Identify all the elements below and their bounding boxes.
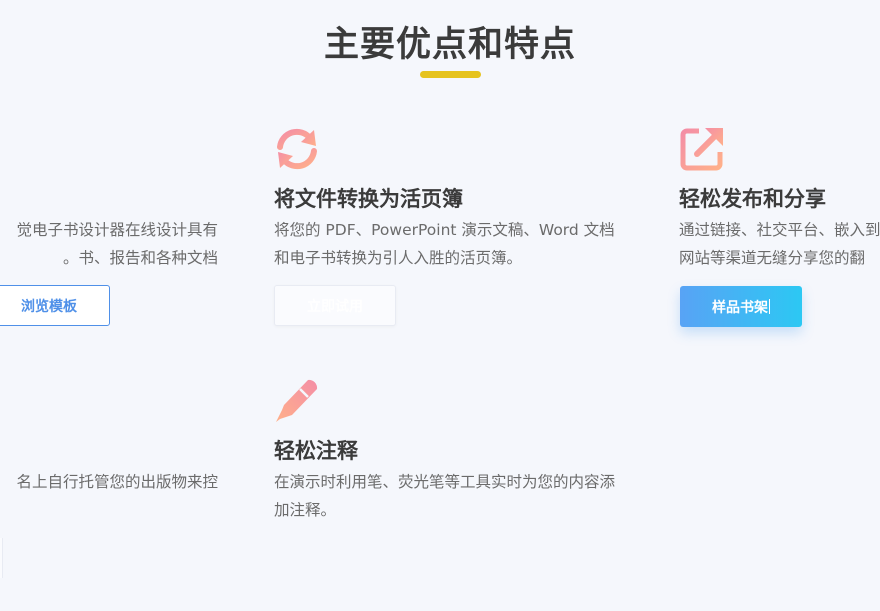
text-cursor: [769, 299, 770, 314]
card-title: 将文件转换为活页簿: [274, 187, 463, 211]
card-description: 在演示时利用笔、荧光笔等工具实时为您的内容添加注释。: [274, 473, 616, 519]
browse-templates-button[interactable]: 浏览模板: [0, 285, 110, 326]
card-title: 轻松注释: [274, 439, 358, 463]
section-title: 主要优点和特点: [323, 25, 576, 65]
refresh-icon: [277, 128, 317, 170]
card-description: 将您的 PDF、PowerPoint 演示文稿、Word 文档和电子书转换为引人…: [274, 221, 615, 267]
sample-bookshelf-button[interactable]: 样品书架: [680, 286, 802, 327]
share-external-icon: [680, 128, 723, 171]
card-title: 轻松发布和分享: [679, 187, 826, 211]
button-label: 样品书架: [712, 299, 768, 316]
cut-off-button-edge[interactable]: [0, 538, 3, 578]
card-description: 觉电子书设计器在线设计具有书、报告和各种文档。: [16, 221, 218, 267]
card-description: 名上自行托管您的出版物来控: [16, 473, 218, 491]
pen-icon: [276, 379, 318, 422]
title-underline: [420, 71, 481, 78]
try-now-button[interactable]: 立即试用: [274, 285, 396, 326]
card-description: 通过链接、社交平台、嵌入到网站等渠道无缝分享您的翻书。: [679, 221, 880, 267]
